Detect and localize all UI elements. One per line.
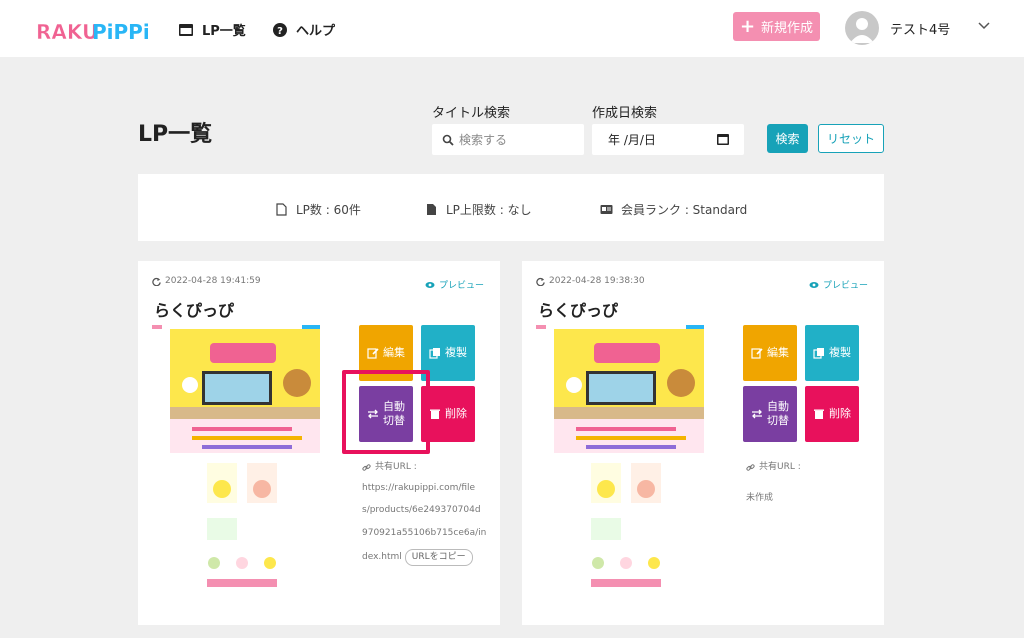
card-title: らくぴっぴ — [154, 301, 235, 320]
delete-button-label: 削除 — [445, 406, 467, 420]
lp-card: 2022-04-28 19:38:30 プレビュー らくぴっぴ 編集 複製 自動… — [522, 261, 884, 625]
chevron-down-icon[interactable] — [977, 18, 991, 32]
rakupippi-logo[interactable]: RAKU PiPPi — [32, 12, 148, 46]
trash-icon — [430, 409, 440, 419]
duplicate-button-label: 複製 — [445, 345, 467, 359]
lp-thumbnail-image — [152, 323, 332, 591]
title-search-placeholder: 検索する — [459, 133, 508, 147]
new-lp-button[interactable]: + 新規作成 — [733, 12, 820, 41]
share-url-line: dex.html — [362, 552, 402, 563]
share-url-line-last: dex.html URLをコピー — [362, 549, 486, 566]
svg-text:PiPPi: PiPPi — [92, 20, 148, 44]
date-search-label: 作成日検索 — [592, 106, 658, 121]
auto-switch-button-label: 自動 切替 — [767, 399, 789, 427]
link-icon — [362, 464, 371, 471]
auto-switch-button-label: 自動 切替 — [383, 399, 405, 427]
account-info-bar: LP数 : 60件 LP上限数 : なし 会員ランク : Standard — [138, 174, 884, 241]
edit-icon — [751, 348, 763, 359]
date-search-input[interactable]: 年 /月/日 — [592, 124, 744, 155]
lp-thumbnail[interactable] — [152, 323, 332, 591]
edit-button-label: 編集 — [767, 345, 789, 359]
share-url-line: 970921a55106b715ce6a/in — [362, 527, 487, 538]
nav-lp-list[interactable]: LP一覧 — [178, 20, 246, 39]
preview-label: プレビュー — [438, 281, 484, 291]
share-url-label: 共有URL : — [746, 461, 801, 474]
swap-arrows-icon — [752, 409, 762, 419]
eye-icon — [425, 281, 435, 288]
duplicate-button[interactable]: 複製 — [805, 325, 859, 381]
title-search-input[interactable]: 検索する — [432, 124, 584, 155]
duplicate-button-label: 複製 — [829, 345, 851, 359]
share-url-line: https://rakupippi.com/file — [362, 482, 476, 493]
svg-text:?: ? — [277, 26, 283, 37]
copy-icon — [813, 348, 824, 359]
preview-label: プレビュー — [822, 281, 868, 291]
title-search-label: タイトル検索 — [432, 106, 511, 121]
refresh-icon — [536, 277, 545, 286]
eye-icon — [809, 281, 819, 288]
share-url-line: s/products/6e249370704d — [362, 505, 481, 516]
top-header: RAKU PiPPi LP一覧 ? ヘルプ + 新規作成 テスト4号 — [0, 0, 1024, 57]
link-icon — [746, 464, 755, 471]
auto-switch-button[interactable]: 自動 切替 — [743, 386, 797, 442]
card-date: 2022-04-28 19:38:30 — [536, 276, 645, 286]
calendar-icon[interactable] — [716, 132, 730, 146]
card-date-text: 2022-04-28 19:41:59 — [165, 276, 261, 286]
new-lp-button-label: 新規作成 — [761, 21, 814, 36]
share-url-status: 未作成 — [746, 492, 774, 503]
file-outline-icon — [276, 203, 287, 216]
search-icon — [442, 134, 454, 146]
user-name[interactable]: テスト4号 — [890, 19, 950, 38]
copy-icon — [429, 348, 440, 359]
preview-link[interactable]: プレビュー — [809, 278, 868, 291]
lp-count-text: LP数 : 60件 — [296, 203, 361, 217]
refresh-icon — [152, 277, 161, 286]
copy-url-button[interactable]: URLをコピー — [404, 549, 473, 566]
member-rank-text: 会員ランク : Standard — [621, 203, 748, 217]
help-circle-icon: ? — [273, 22, 287, 37]
date-search-value: 年 /月/日 — [608, 133, 656, 147]
auto-switch-button[interactable]: 自動 切替 — [359, 386, 413, 442]
search-button[interactable]: 検索 — [767, 124, 808, 153]
plus-icon: + — [739, 15, 756, 37]
card-title: らくぴっぴ — [538, 301, 619, 320]
edit-icon — [367, 348, 379, 359]
lp-thumbnail[interactable] — [536, 323, 716, 591]
swap-arrows-icon — [368, 409, 378, 419]
delete-button-label: 削除 — [829, 406, 851, 420]
nav-help[interactable]: ? ヘルプ — [272, 20, 335, 39]
reset-button[interactable]: リセット — [818, 124, 884, 153]
edit-button-label: 編集 — [383, 345, 405, 359]
page-title: LP一覧 — [138, 122, 213, 147]
edit-button[interactable]: 編集 — [743, 325, 797, 381]
member-rank: 会員ランク : Standard — [600, 201, 747, 218]
lp-count: LP数 : 60件 — [275, 201, 361, 218]
preview-link[interactable]: プレビュー — [425, 278, 484, 291]
delete-button[interactable]: 削除 — [805, 386, 859, 442]
lp-limit: LP上限数 : なし — [425, 201, 532, 218]
duplicate-button[interactable]: 複製 — [421, 325, 475, 381]
lp-card: 2022-04-28 19:41:59 プレビュー らくぴっぴ 編集 複製 自動… — [138, 261, 500, 625]
id-card-icon — [600, 205, 613, 214]
nav-help-label: ヘルプ — [296, 24, 336, 39]
lp-limit-text: LP上限数 : なし — [446, 203, 532, 217]
card-date-text: 2022-04-28 19:38:30 — [549, 276, 645, 286]
share-url-section: 共有URL : https://rakupippi.com/file s/pro… — [362, 461, 486, 566]
folder-icon — [179, 23, 193, 36]
trash-icon — [814, 409, 824, 419]
svg-text:RAKU: RAKU — [36, 20, 98, 44]
nav-lp-list-label: LP一覧 — [202, 24, 246, 39]
share-url-label: 共有URL : — [362, 461, 486, 474]
edit-button[interactable]: 編集 — [359, 325, 413, 381]
user-avatar-icon — [850, 18, 874, 43]
file-icon — [427, 204, 436, 215]
card-date: 2022-04-28 19:41:59 — [152, 276, 261, 286]
delete-button[interactable]: 削除 — [421, 386, 475, 442]
share-url-section: 共有URL : 未作成 — [746, 461, 801, 504]
avatar[interactable] — [845, 11, 879, 45]
lp-thumbnail-image — [536, 323, 716, 591]
